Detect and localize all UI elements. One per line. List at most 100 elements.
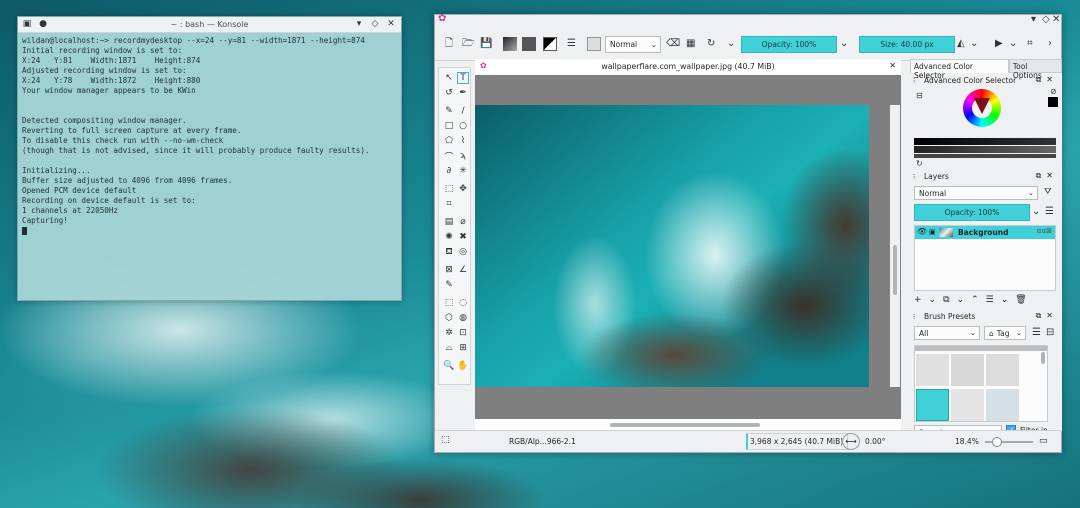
settings-icon[interactable]: ⊟: [1046, 328, 1054, 338]
float-close-icons[interactable]: ⧉✕: [1036, 75, 1058, 85]
contiguous-select-tool-icon[interactable]: ✲: [443, 327, 455, 339]
rotation-icon[interactable]: ⟷: [842, 433, 860, 450]
ellipse-tool-icon[interactable]: ○: [457, 120, 469, 132]
polygon-select-tool-icon[interactable]: ⬡: [443, 312, 455, 324]
reset-colors-icon[interactable]: ⊘: [1050, 88, 1057, 96]
brush-preset-item[interactable]: [951, 354, 984, 386]
brush-preset-item[interactable]: [951, 389, 984, 421]
layer-blend-dropdown[interactable]: Normal ⌄: [914, 186, 1038, 200]
eraser-icon[interactable]: ⌫: [666, 39, 680, 49]
filter-icon[interactable]: ⛛: [1044, 188, 1052, 197]
assistant-tool-icon[interactable]: ⊠: [443, 264, 455, 276]
window-menu-icon[interactable]: ▾: [1031, 15, 1036, 25]
scrollbar-thumb[interactable]: [1041, 352, 1045, 364]
tab-tool-options[interactable]: Tool Options: [1008, 59, 1062, 80]
scrollbar-thumb[interactable]: [610, 423, 760, 427]
tab-advanced-color-selector[interactable]: Advanced Color Selector: [910, 59, 1009, 80]
color-picker-tool-icon[interactable]: ⌀: [457, 216, 469, 228]
close-icon[interactable]: ✕: [1052, 15, 1060, 25]
maximize-icon[interactable]: ◇: [1042, 15, 1050, 25]
scrollbar-thumb[interactable]: [893, 245, 897, 295]
bezier-tool-icon[interactable]: ⌒: [443, 150, 455, 163]
reload-preset-icon[interactable]: ↻: [707, 39, 715, 49]
smart-patch-tool-icon[interactable]: ✖: [457, 231, 469, 243]
minimize-icon[interactable]: ▾: [354, 20, 364, 30]
konsole-titlebar[interactable]: ▣ ● ~ : bash — Konsole ▾ ◇ ✕: [18, 17, 401, 33]
move-layer-down-icon[interactable]: ⌄: [957, 295, 965, 307]
krita-app-icon[interactable]: ✿: [438, 14, 446, 24]
eye-icon[interactable]: 👁: [917, 227, 927, 236]
line-tool-icon[interactable]: /: [457, 105, 469, 117]
canvas-background[interactable]: [475, 75, 901, 431]
layer-properties-icons[interactable]: αα⊠: [1037, 227, 1052, 235]
float-close-icons[interactable]: ⧉✕: [1036, 311, 1058, 321]
select-shape-tool-icon[interactable]: ↖: [443, 72, 455, 84]
chevron-down-icon[interactable]: ⌄: [1032, 207, 1040, 217]
duplicate-layer-icon[interactable]: ⧉: [943, 295, 949, 307]
color-space-label[interactable]: RGB/Alp...966-2.1: [509, 437, 576, 446]
polyline-tool-icon[interactable]: ⌇: [457, 135, 469, 147]
fullscreen-icon[interactable]: ▭: [1039, 436, 1048, 446]
vertical-scrollbar[interactable]: [890, 105, 900, 387]
chevron-down-icon[interactable]: ⌄: [1001, 295, 1009, 307]
zoom-slider-thumb[interactable]: [991, 437, 1002, 447]
zoom-tool-icon[interactable]: 🔍: [443, 360, 455, 372]
rotation-value[interactable]: 0.00°: [865, 437, 885, 446]
terminal-output[interactable]: wildan@localhost:~> recordmydesktop --x=…: [18, 33, 401, 239]
close-icon[interactable]: ✕: [386, 20, 396, 30]
brush-preset-item[interactable]: [986, 354, 1019, 386]
color-wheel[interactable]: [963, 89, 1001, 127]
color-strip[interactable]: [914, 138, 1056, 145]
brush-tool-icon[interactable]: ✎: [443, 105, 455, 117]
brush-preset-item[interactable]: [916, 354, 949, 386]
brush-preset-icon[interactable]: [587, 37, 601, 51]
pattern-icon[interactable]: [522, 37, 536, 51]
text-tool-icon[interactable]: T: [457, 72, 469, 84]
pan-tool-icon[interactable]: ✋: [457, 360, 469, 372]
transform-tool-icon[interactable]: ⬚: [443, 183, 455, 195]
open-document-icon[interactable]: 🗁: [462, 39, 474, 49]
brush-preset-item[interactable]: [986, 389, 1019, 421]
ellipse-select-tool-icon[interactable]: ◌: [457, 297, 469, 309]
multibrush-tool-icon[interactable]: ✳: [457, 165, 469, 177]
canvas-area[interactable]: ✿ wallpaperflare.com_wallpaper.jpg (40.7…: [475, 59, 901, 431]
move-layer-up-icon[interactable]: ⌃: [971, 295, 979, 307]
color-selector-settings-icon[interactable]: ⊟: [916, 92, 923, 100]
brush-preset-grid[interactable]: [914, 345, 1048, 422]
edit-shape-tool-icon[interactable]: ↺: [443, 87, 455, 99]
chevron-down-icon[interactable]: ⌄: [727, 39, 735, 49]
layer-row[interactable]: 👁 ▣ Background αα⊠: [915, 226, 1055, 239]
fg-bg-color-icon[interactable]: [543, 37, 557, 51]
layer-menu-icon[interactable]: ☰: [1045, 207, 1054, 217]
dynamic-brush-tool-icon[interactable]: ∂: [443, 165, 455, 177]
colorize-mask-tool-icon[interactable]: ✺: [443, 231, 455, 243]
magnetic-select-tool-icon[interactable]: ⊞: [457, 342, 469, 354]
size-slider[interactable]: Size: 40.00 px: [859, 36, 955, 53]
mirror-vertical-icon[interactable]: ▶: [995, 39, 1003, 49]
similar-select-tool-icon[interactable]: ⊡: [457, 327, 469, 339]
freehand-select-tool-icon[interactable]: ◍: [457, 312, 469, 324]
color-strip[interactable]: [914, 146, 1056, 153]
chevron-down-icon[interactable]: ⌄: [929, 295, 937, 307]
new-document-icon[interactable]: 🗋: [445, 39, 453, 49]
fill-tool-icon[interactable]: ⛾: [443, 246, 455, 258]
zoom-value[interactable]: 18.4%: [955, 437, 979, 446]
foreground-color-swatch[interactable]: [1048, 97, 1058, 107]
save-icon[interactable]: 💾: [480, 39, 492, 49]
bezier-select-tool-icon[interactable]: ⌓: [443, 342, 455, 354]
view-mode-icon[interactable]: ☰: [1032, 328, 1041, 338]
measure-tool-icon[interactable]: ∠: [457, 264, 469, 276]
brush-tag-dropdown[interactable]: ⌂ Tag ⌄: [984, 326, 1026, 340]
brush-preset-item-selected[interactable]: [916, 389, 949, 421]
add-layer-icon[interactable]: +: [914, 295, 922, 307]
chevron-down-icon[interactable]: ⌄: [1009, 39, 1017, 49]
layer-opacity-slider[interactable]: Opacity: 100%: [914, 204, 1030, 221]
move-tool-icon[interactable]: ✥: [457, 183, 469, 195]
crop-icon[interactable]: ⌗: [1027, 39, 1033, 49]
brush-filter-dropdown[interactable]: All ⌄: [914, 326, 980, 340]
konsole-app-icon[interactable]: ▣: [22, 20, 32, 30]
rectangle-tool-icon[interactable]: □: [443, 120, 455, 132]
alpha-lock-icon[interactable]: ▦: [686, 39, 695, 49]
chevron-right-icon[interactable]: ›: [1048, 39, 1052, 49]
mirror-horizontal-icon[interactable]: ◭: [957, 39, 965, 49]
